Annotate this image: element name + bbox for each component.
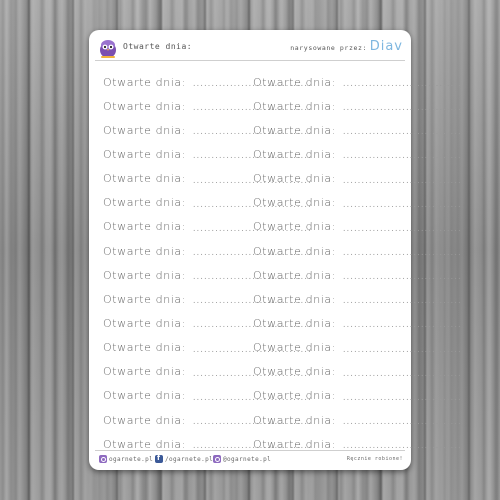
sticker-cell: Otwarte dnia:...........................… <box>103 142 311 166</box>
sticker-label: Otwarte dnia: <box>103 389 187 403</box>
header-title: Otwarte dnia: <box>123 42 193 51</box>
sticker-dotted-line: ................................ <box>192 249 311 258</box>
sticker-cell: Otwarte dnia:...........................… <box>103 311 311 335</box>
sticker-dotted-line: ................................ <box>192 418 311 427</box>
sticker-grid: Otwarte dnia:...........................… <box>103 70 461 462</box>
sticker-label: Otwarte dnia: <box>103 316 187 330</box>
sticker-cell: Otwarte dnia:...........................… <box>103 215 311 239</box>
sticker-cell: Otwarte dnia:...........................… <box>103 239 311 263</box>
sticker-label: Otwarte dnia: <box>103 413 187 427</box>
sticker-label: Otwarte dnia: <box>103 244 187 258</box>
footer-note: Ręcznie robione! <box>346 456 403 462</box>
sticker-dotted-line: ................................ <box>342 418 461 427</box>
owl-mascot-icon <box>100 40 116 58</box>
sticker-dotted-line: ................................ <box>342 80 461 89</box>
sticker-dotted-line: ................................ <box>342 442 461 451</box>
sticker-dotted-line: ................................ <box>192 128 311 137</box>
sticker-label: Otwarte dnia: <box>103 172 187 186</box>
sticker-dotted-line: ................................ <box>342 224 461 233</box>
sticker-label: Otwarte dnia: <box>103 196 187 210</box>
sticker-label: Otwarte dnia: <box>103 147 187 161</box>
sticker-label: Otwarte dnia: <box>103 292 187 306</box>
sticker-dotted-line: ................................ <box>342 128 461 137</box>
sheet-footer: ogarnete.pl /ogarnete.pl @ogarnete.pl Rę… <box>95 450 405 467</box>
instagram-handle: ogarnete.pl <box>109 455 154 463</box>
sticker-dotted-line: ................................ <box>192 176 311 185</box>
sticker-cell: Otwarte dnia:...........................… <box>103 263 311 287</box>
facebook-link[interactable]: /ogarnete.pl <box>155 454 214 463</box>
sticker-label: Otwarte dnia: <box>103 268 187 282</box>
instagram-icon <box>213 455 221 463</box>
sticker-label: Otwarte dnia: <box>103 437 187 451</box>
header-author: Diav <box>369 39 403 54</box>
sticker-dotted-line: ................................ <box>342 393 461 402</box>
sticker-dotted-line: ................................ <box>192 369 311 378</box>
sticker-cell: Otwarte dnia:...........................… <box>103 191 311 215</box>
sticker-dotted-line: ................................ <box>192 224 311 233</box>
sticker-cell: Otwarte dnia:...........................… <box>103 167 311 191</box>
sticker-dotted-line: ................................ <box>342 297 461 306</box>
sticker-dotted-line: ................................ <box>342 104 461 113</box>
instagram-link-2[interactable]: @ogarnete.pl <box>213 455 271 463</box>
sticker-cell: Otwarte dnia:...........................… <box>103 118 311 142</box>
sticker-label: Otwarte dnia: <box>103 341 187 355</box>
sticker-dotted-line: ................................ <box>192 104 311 113</box>
sticker-cell: Otwarte dnia:...........................… <box>103 70 311 94</box>
sticker-dotted-line: ................................ <box>192 442 311 451</box>
sticker-cell: Otwarte dnia:...........................… <box>103 360 311 384</box>
sticker-dotted-line: ................................ <box>192 393 311 402</box>
sticker-label: Otwarte dnia: <box>103 99 187 113</box>
sticker-cell: Otwarte dnia:...........................… <box>103 336 311 360</box>
sticker-cell: Otwarte dnia:...........................… <box>103 287 311 311</box>
instagram-link[interactable]: ogarnete.pl <box>99 455 153 463</box>
sticker-dotted-line: ................................ <box>192 321 311 330</box>
facebook-handle: /ogarnete.pl <box>165 455 214 463</box>
sticker-dotted-line: ................................ <box>342 200 461 209</box>
sticker-dotted-line: ................................ <box>192 297 311 306</box>
sticker-label: Otwarte dnia: <box>103 123 187 137</box>
sticker-dotted-line: ................................ <box>342 176 461 185</box>
sheet-header: Otwarte dnia: narysowane przez: Diav <box>95 36 405 61</box>
sticker-dotted-line: ................................ <box>192 80 311 89</box>
sticker-label: Otwarte dnia: <box>103 365 187 379</box>
sticker-cell: Otwarte dnia:...........................… <box>103 94 311 118</box>
instagram-handle-2: @ogarnete.pl <box>223 455 272 463</box>
sticker-cell: Otwarte dnia:...........................… <box>103 384 311 408</box>
sticker-dotted-line: ................................ <box>342 249 461 258</box>
instagram-icon <box>99 455 107 463</box>
facebook-icon <box>155 454 163 463</box>
sticker-dotted-line: ................................ <box>342 321 461 330</box>
sticker-sheet: Otwarte dnia: narysowane przez: Diav Otw… <box>89 30 461 470</box>
sticker-dotted-line: ................................ <box>192 345 311 354</box>
header-credit: narysowane przez: <box>290 44 367 52</box>
sticker-dotted-line: ................................ <box>342 369 461 378</box>
sticker-dotted-line: ................................ <box>192 152 311 161</box>
sticker-dotted-line: ................................ <box>192 200 311 209</box>
sticker-dotted-line: ................................ <box>192 273 311 282</box>
sticker-dotted-line: ................................ <box>342 152 461 161</box>
sticker-label: Otwarte dnia: <box>103 220 187 234</box>
sticker-label: Otwarte dnia: <box>103 75 187 89</box>
sticker-dotted-line: ................................ <box>342 345 461 354</box>
sticker-cell: Otwarte dnia:...........................… <box>103 408 311 432</box>
sticker-dotted-line: ................................ <box>342 273 461 282</box>
